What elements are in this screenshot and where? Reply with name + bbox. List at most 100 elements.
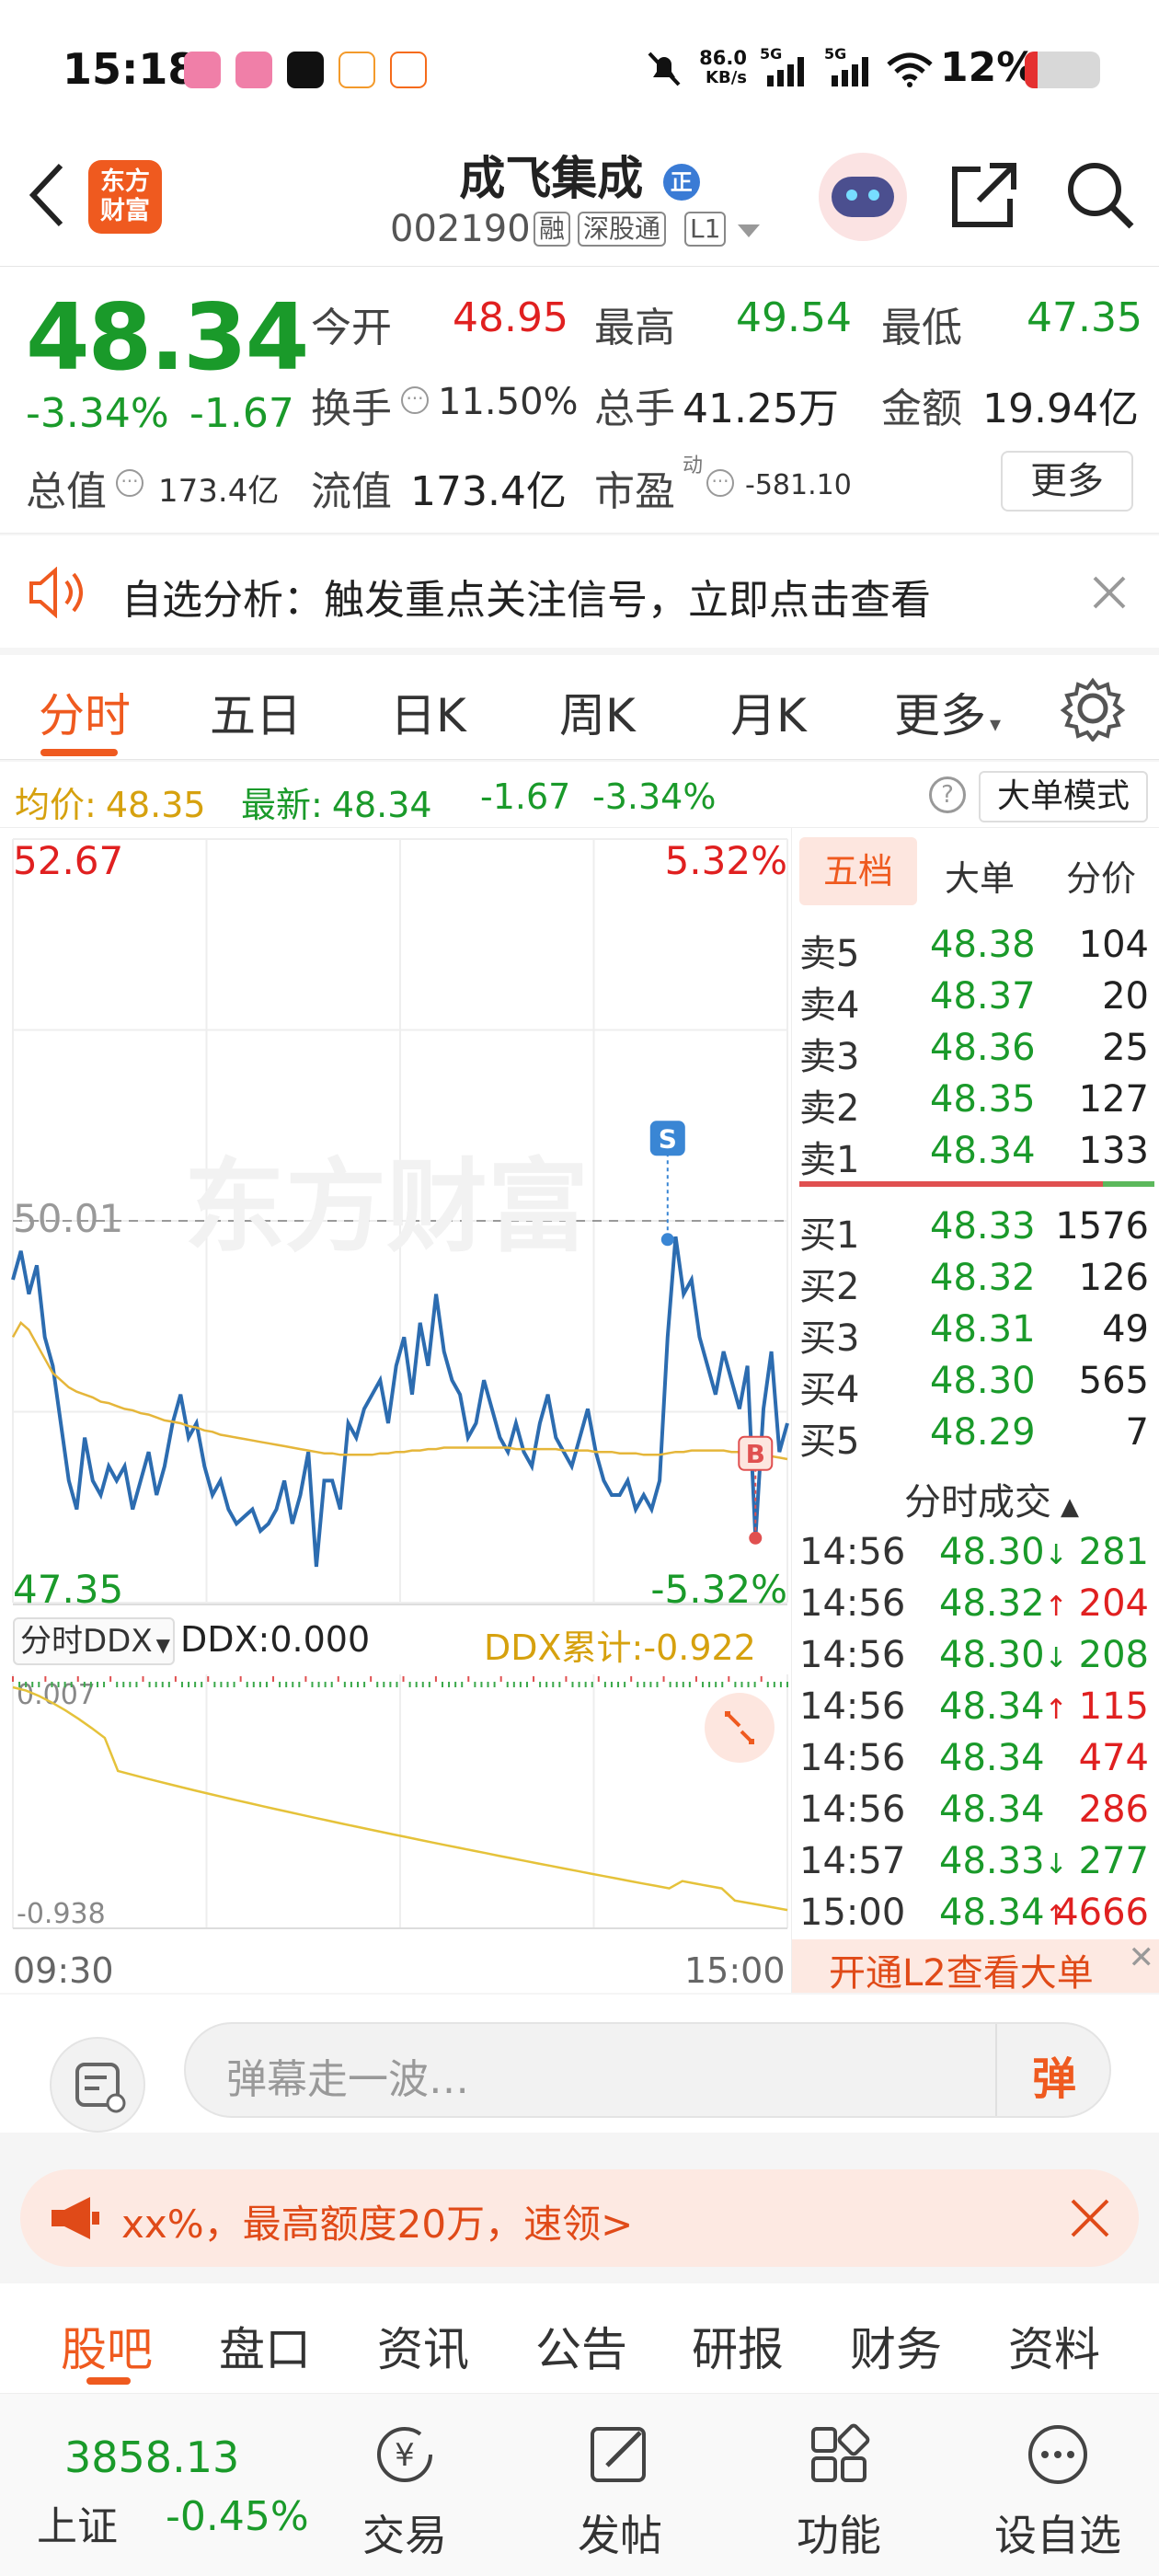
divider: [995, 2024, 997, 2116]
marker-dot: [660, 1233, 674, 1247]
watermark: 东方财富: [184, 1148, 589, 1266]
comment-list-icon[interactable]: [50, 2037, 145, 2133]
svg-text:5G: 5G: [760, 46, 782, 63]
change-pct: -3.34%: [26, 390, 169, 437]
indicator-selector[interactable]: 分时DDX ▼: [13, 1617, 175, 1665]
info-icon[interactable]: ···: [401, 386, 429, 414]
status-badge: 正: [662, 163, 700, 201]
network-speed: 86.0 KB/s: [699, 47, 747, 87]
marker-label: S: [659, 1123, 677, 1154]
x-start-label: 09:30: [13, 1950, 114, 1991]
edit-icon: [591, 2427, 646, 2482]
help-icon[interactable]: ?: [929, 776, 966, 813]
close-icon[interactable]: [1091, 574, 1128, 611]
tab-intraday[interactable]: 分时: [39, 679, 131, 745]
status-bar: 15:18 86.0 KB/s 5G 5G 12%: [0, 0, 1159, 138]
bid-row: 买4 48.30 565: [799, 1360, 1149, 1411]
x-end-label: 15:00: [684, 1950, 786, 1991]
tab-forum[interactable]: 股吧: [61, 2313, 153, 2379]
y-top-label: 52.67: [13, 838, 123, 883]
info-icon[interactable]: ···: [116, 469, 143, 497]
l2-banner[interactable]: 开通L2查看大单 ✕: [792, 1939, 1159, 1995]
high-value: 49.54: [736, 294, 852, 341]
megaphone-icon: [52, 2197, 99, 2239]
chart-grid: [12, 838, 788, 1929]
assistant-robot-icon[interactable]: [819, 153, 907, 241]
search-icon[interactable]: [1063, 158, 1137, 232]
avg-price: 均价: 48.35: [15, 785, 206, 825]
nav-post[interactable]: 发帖: [556, 2394, 684, 2576]
signal-icon: 5G: [824, 46, 868, 86]
tab-profile[interactable]: 资料: [1008, 2313, 1100, 2379]
more-button[interactable]: 更多: [1001, 451, 1133, 512]
low-label: 最低: [881, 305, 962, 351]
nav-trade[interactable]: ¥ 交易: [340, 2394, 469, 2576]
turnover-value: 11.50%: [438, 381, 579, 423]
analysis-alert[interactable]: 自选分析：触发重点关注信号，立即点击查看: [0, 535, 1159, 648]
tab-daily-k[interactable]: 日K: [390, 679, 466, 745]
pe-value: -581.10: [745, 469, 852, 501]
expand-icon[interactable]: [705, 1693, 775, 1763]
prev-close-label: 50.01: [13, 1196, 123, 1241]
mcap-label: 总值: [26, 468, 107, 515]
promo-text[interactable]: xx%，最高额度20万，速领>: [121, 2193, 633, 2249]
ask-row: 卖5 48.38 104: [799, 924, 1149, 975]
tab-monthly-k[interactable]: 月K: [730, 679, 807, 745]
close-icon[interactable]: [1069, 2197, 1111, 2239]
more-dots-icon: [1028, 2425, 1087, 2484]
pe-sup: 动: [683, 454, 704, 477]
pct-top-label: 5.32%: [665, 838, 787, 883]
tab-weekly-k[interactable]: 周K: [559, 679, 636, 745]
share-icon[interactable]: [947, 158, 1021, 232]
amount-value: 19.94亿: [982, 385, 1139, 432]
volume-value: 41.25万: [683, 385, 839, 432]
tab-orderbook[interactable]: 盘口: [219, 2313, 311, 2379]
trade-icon: ¥: [377, 2427, 432, 2482]
mute-icon: [648, 52, 681, 86]
clock: 15:18: [63, 44, 198, 94]
tab-financials[interactable]: 财务: [850, 2313, 942, 2379]
ratio-bar-sell: [799, 1181, 1103, 1187]
trade-tick-row: 14:56 48.34↑ 115: [799, 1685, 1149, 1728]
tab-announcements[interactable]: 公告: [535, 2313, 627, 2379]
promo-banner[interactable]: xx%，最高额度20万，速领>: [20, 2169, 1139, 2267]
bottom-nav: 3858.13 上证 -0.45% ¥ 交易 发帖 功能 设自选: [0, 2394, 1159, 2576]
chevron-down-icon[interactable]: [736, 223, 762, 241]
float-value: 173.4亿: [410, 468, 567, 515]
tab-news[interactable]: 资讯: [377, 2313, 469, 2379]
tab-research[interactable]: 研报: [692, 2313, 784, 2379]
tab-big-order[interactable]: 大单: [945, 850, 1015, 901]
settings-gear-icon[interactable]: [1060, 675, 1126, 742]
index-name: 上证: [37, 2503, 118, 2550]
tab-more[interactable]: 更多 ▾: [894, 679, 1001, 745]
bid-row: 买3 48.31 49: [799, 1308, 1149, 1360]
marker-label: B: [746, 1439, 765, 1469]
alert-text[interactable]: 自选分析：触发重点关注信号，立即点击查看: [121, 567, 931, 626]
danmu-input[interactable]: 弹幕走一波… 弹: [184, 2022, 1111, 2118]
wifi-icon: [887, 52, 933, 87]
taxi-app-icon: [390, 52, 427, 88]
danmu-send-button[interactable]: 弹: [1032, 2042, 1076, 2107]
stock-code: 002190: [390, 208, 531, 250]
trade-tick-row: 14:56 48.34 286: [799, 1788, 1149, 1831]
big-order-mode-button[interactable]: 大单模式: [979, 771, 1148, 822]
tab-price-distribution[interactable]: 分价: [1066, 850, 1136, 901]
close-icon: ✕: [1128, 1939, 1155, 1976]
intraday-chart-panel[interactable]: 东方财富 S B 0.007 -0.938 52.67 47.35 5.32% -5.…: [0, 828, 791, 1993]
ddx-bottom-label: -0.938: [17, 1898, 106, 1930]
nav-functions[interactable]: 功能: [775, 2394, 903, 2576]
ticks-title[interactable]: 分时成交 ▲: [904, 1472, 1079, 1525]
battery-percent: 12%: [940, 44, 1038, 91]
chart-tabs: 分时 五日 日K 周K 月K 更多 ▾: [0, 655, 1159, 760]
intraday-chart[interactable]: 东方财富 SB0.007-0.938 52.67 47.35 5.32% -5.…: [0, 828, 791, 1993]
nav-add-watchlist[interactable]: 设自选: [993, 2394, 1122, 2576]
ddx-value: DDX:0.000: [180, 1619, 371, 1660]
ask-row: 卖3 48.36 25: [799, 1027, 1149, 1078]
quote-panel: 48.34 -3.34% -1.67 今开 48.95 最高 49.54 最低 …: [0, 267, 1159, 534]
info-change-pct: -3.34%: [592, 776, 717, 817]
tab-five-day[interactable]: 五日: [210, 679, 302, 745]
info-icon[interactable]: ···: [706, 469, 734, 497]
info-change: -1.67: [480, 776, 571, 817]
tab-five-level[interactable]: 五档: [799, 837, 917, 905]
index-ticker[interactable]: 3858.13 上证 -0.45%: [0, 2394, 313, 2576]
